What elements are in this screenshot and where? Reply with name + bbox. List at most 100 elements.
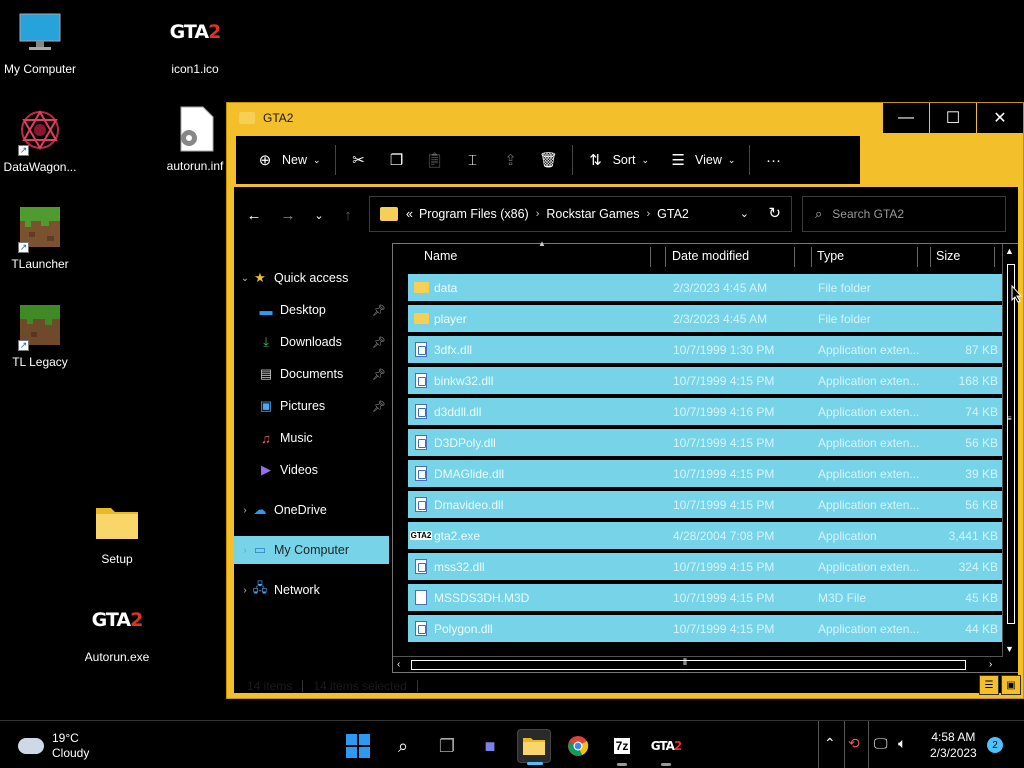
column-divider[interactable]: [650, 247, 651, 267]
notification-badge[interactable]: 2: [987, 737, 1003, 753]
task-view-button[interactable]: ❐: [430, 729, 464, 763]
column-divider[interactable]: [917, 247, 918, 267]
minimize-button[interactable]: —: [883, 103, 929, 133]
share-button[interactable]: ⇪: [492, 136, 530, 184]
teams-chat-button[interactable]: ■: [473, 729, 507, 763]
nav-label: Downloads: [280, 335, 342, 349]
weather-widget[interactable]: 19°C Cloudy: [18, 731, 89, 761]
desktop-icon-datawagon[interactable]: ↗ DataWagon...: [0, 108, 80, 174]
taskbar-search-button[interactable]: ⌕: [386, 729, 420, 763]
network-status-icon[interactable]: 🖵︎: [874, 735, 888, 752]
nav-desktop[interactable]: ▬ Desktop 📌︎: [258, 296, 390, 324]
paste-button[interactable]: 📋︎: [416, 136, 454, 184]
taskbar-7zip[interactable]: 7z: [605, 729, 639, 766]
desktop-icon-autorun-exe[interactable]: GTA2 Autorun.exe: [77, 598, 157, 664]
taskbar-file-explorer[interactable]: [517, 729, 551, 765]
more-options-button[interactable]: ···: [754, 136, 792, 184]
maximize-button[interactable]: ☐: [930, 103, 976, 133]
close-button[interactable]: ✕: [977, 103, 1023, 133]
chevron-right-icon[interactable]: ›: [238, 545, 252, 556]
volume-icon[interactable]: 🔈︎: [898, 735, 906, 752]
clock[interactable]: 4:58 AM 2/3/2023: [930, 729, 977, 761]
address-bar[interactable]: « Program Files (x86) › Rockstar Games ›…: [369, 196, 792, 232]
file-row[interactable]: mss32.dll 10/7/1999 4:15 PM Application ex…: [408, 553, 1002, 580]
forward-arrow-icon[interactable]: →: [278, 205, 298, 225]
details-view-icon[interactable]: ☰: [979, 675, 999, 695]
vertical-scrollbar[interactable]: ▲ ≡ ▼: [1002, 244, 1018, 658]
start-button[interactable]: [341, 729, 375, 763]
file-row[interactable]: Dmavideo.dll 10/7/1999 4:15 PM Application…: [408, 491, 1002, 518]
scroll-thumb[interactable]: [1007, 264, 1015, 624]
desktop-icon-tlauncher[interactable]: ↗ TLauncher: [0, 205, 80, 271]
desktop-icon-icon1[interactable]: GTA2 icon1.ico: [155, 10, 235, 76]
sync-icon[interactable]: ⟲: [848, 735, 860, 752]
back-arrow-icon[interactable]: ←: [244, 205, 264, 225]
new-button[interactable]: ⊕ New ⌄: [246, 136, 331, 184]
scroll-thumb[interactable]: [411, 660, 966, 670]
column-name[interactable]: Name: [424, 249, 457, 263]
column-type[interactable]: Type: [817, 249, 844, 263]
folder-icon: [380, 207, 398, 221]
desktop-icon-autorun-inf[interactable]: autorun.inf: [155, 106, 235, 173]
file-row[interactable]: MSSDS3DH.M3D 10/7/1999 4:15 PM M3D File 45 …: [408, 584, 1002, 611]
nav-onedrive[interactable]: › ☁ OneDrive: [238, 496, 394, 524]
chevron-down-icon[interactable]: ⌄: [740, 207, 749, 220]
nav-downloads[interactable]: ⤓ Downloads 📌︎: [258, 328, 390, 356]
delete-button[interactable]: 🗑︎: [530, 136, 568, 184]
file-row[interactable]: GTA2 gta2.exe 4/28/2004 7:08 PM Application…: [408, 522, 1002, 549]
file-row[interactable]: data 2/3/2023 4:45 AM File folder: [408, 274, 1002, 301]
nav-music[interactable]: ♫ Music: [258, 424, 390, 452]
rename-button[interactable]: ⌶: [454, 136, 492, 184]
breadcrumb-item[interactable]: Program Files (x86): [419, 207, 529, 221]
desktop-icon-tl-legacy[interactable]: ↗ TL Legacy: [0, 303, 80, 369]
file-date: 2/3/2023 4:45 AM: [673, 280, 768, 295]
nav-network[interactable]: › 🖧︎ Network: [238, 576, 394, 604]
search-box[interactable]: ⌕ Search GTA2: [802, 196, 1006, 232]
file-row[interactable]: player 2/3/2023 4:45 AM File folder: [408, 305, 1002, 332]
desktop-icon-my-computer[interactable]: My Computer: [0, 10, 80, 76]
file-row[interactable]: DMAGlide.dll 10/7/1999 4:15 PM Application…: [408, 460, 1002, 487]
window-title: GTA2: [263, 111, 294, 125]
scroll-left-icon[interactable]: ‹: [397, 659, 400, 670]
address-overflow[interactable]: «: [406, 207, 413, 221]
column-divider[interactable]: [930, 247, 931, 267]
column-divider[interactable]: [665, 247, 666, 267]
file-row[interactable]: binkw32.dll 10/7/1999 4:15 PM Application …: [408, 367, 1002, 394]
nav-videos[interactable]: ▶ Videos: [258, 456, 390, 484]
file-row[interactable]: 3dfx.dll 10/7/1999 1:30 PM Application ext…: [408, 336, 1002, 363]
tiles-view-icon[interactable]: ▣: [1001, 675, 1021, 695]
horizontal-scrollbar[interactable]: ‹ ⦀ ›: [393, 656, 1003, 672]
nav-documents[interactable]: ▤ Documents 📌︎: [258, 360, 390, 388]
file-row[interactable]: d3ddll.dll 10/7/1999 4:16 PM Application e…: [408, 398, 1002, 425]
up-arrow-icon[interactable]: ↑: [338, 205, 358, 225]
nav-quick-access[interactable]: ⌄ ★ Quick access: [238, 264, 394, 292]
breadcrumb-item[interactable]: Rockstar Games: [546, 207, 639, 221]
scroll-down-icon[interactable]: ▼: [1005, 644, 1014, 654]
chevron-down-icon[interactable]: ⌄: [238, 273, 252, 284]
nav-pictures[interactable]: ▣ Pictures 📌︎: [258, 392, 390, 420]
chevron-right-icon[interactable]: ›: [238, 505, 252, 516]
column-divider[interactable]: [811, 247, 812, 267]
refresh-icon[interactable]: ↻: [768, 204, 781, 222]
scroll-up-icon[interactable]: ▲: [1005, 246, 1014, 256]
breadcrumb-item[interactable]: GTA2: [657, 207, 689, 221]
column-date-modified[interactable]: Date modified: [672, 249, 749, 263]
file-row[interactable]: D3DPoly.dll 10/7/1999 4:15 PM Application …: [408, 429, 1002, 456]
recent-locations-chevron-icon[interactable]: ⌄: [309, 205, 329, 225]
copy-button[interactable]: ❐: [378, 136, 416, 184]
taskbar-gta2[interactable]: GTA2: [649, 729, 683, 766]
sort-button[interactable]: ⇅ Sort ⌄: [577, 136, 659, 184]
scroll-right-icon[interactable]: ›: [989, 659, 992, 670]
cut-button[interactable]: ✂: [340, 136, 378, 184]
desktop-icon-setup[interactable]: Setup: [77, 500, 157, 566]
chevron-right-icon[interactable]: ›: [238, 585, 252, 596]
nav-my-computer[interactable]: › ▭ My Computer: [234, 536, 389, 564]
column-divider[interactable]: [994, 247, 995, 267]
taskbar-chrome[interactable]: [561, 729, 595, 763]
file-row[interactable]: Polygon.dll 10/7/1999 4:15 PM Application …: [408, 615, 1002, 642]
file-size: 44 KB: [965, 621, 998, 636]
chevron-up-icon[interactable]: ⌃: [824, 735, 836, 752]
column-size[interactable]: Size: [936, 249, 960, 263]
view-button[interactable]: ☰ View ⌄: [659, 136, 745, 184]
column-divider[interactable]: [794, 247, 795, 267]
